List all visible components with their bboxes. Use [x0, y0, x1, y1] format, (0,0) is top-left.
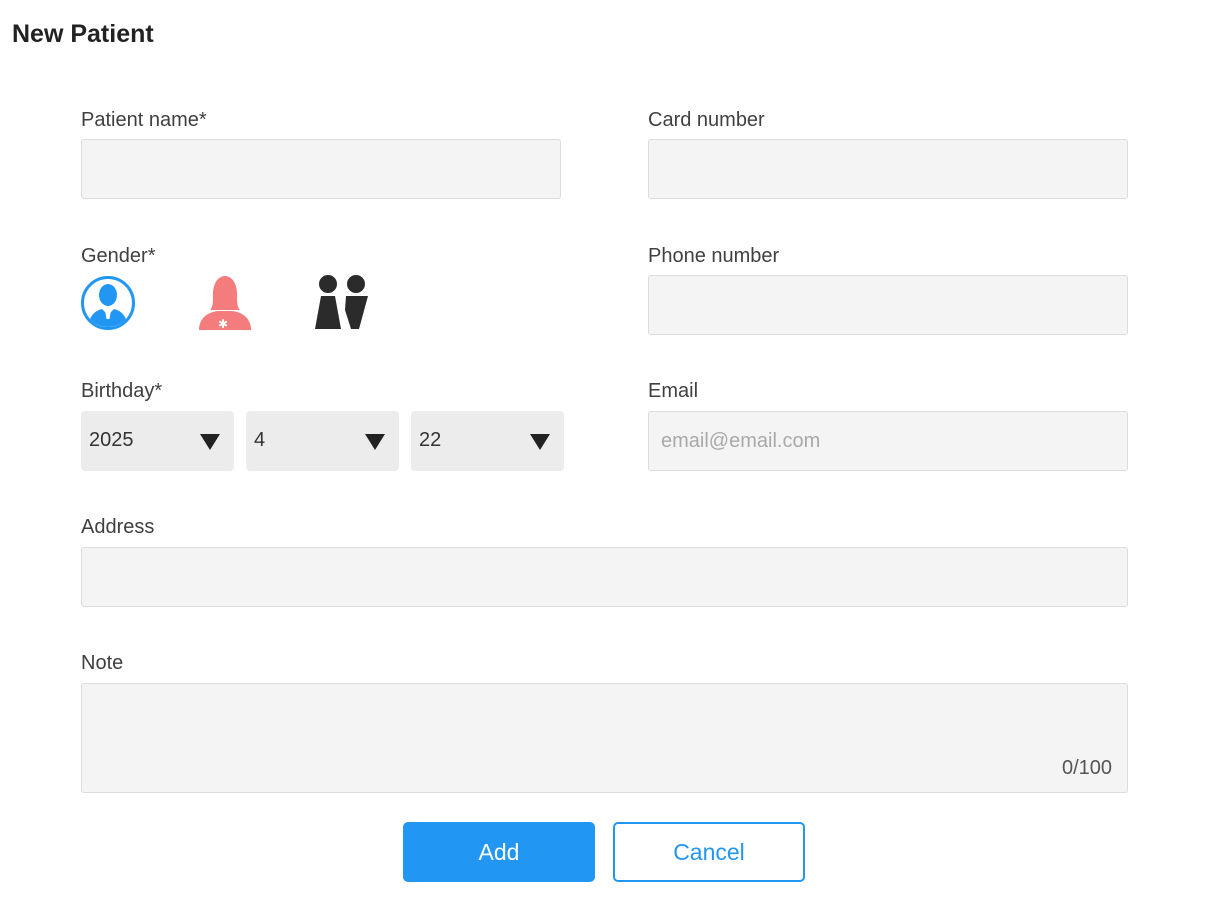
- card-number-input[interactable]: [648, 139, 1128, 199]
- chevron-down-icon: [200, 434, 220, 450]
- birthday-label: Birthday*: [81, 380, 163, 402]
- note-character-counter: 0/100: [1062, 757, 1113, 779]
- female-user-icon[interactable]: ✱: [196, 274, 254, 337]
- email-label: Email: [648, 380, 699, 402]
- phone-number-input[interactable]: [648, 275, 1128, 335]
- address-label: Address: [81, 516, 155, 538]
- gender-label: Gender*: [81, 245, 156, 267]
- address-input[interactable]: [81, 547, 1128, 607]
- new-patient-form: New Patient Patient name* Card number Ge…: [0, 0, 1206, 912]
- other-gender-icon[interactable]: [313, 274, 371, 337]
- birthday-month-select[interactable]: 4: [246, 411, 399, 471]
- birthday-day-select[interactable]: 22: [411, 411, 564, 471]
- svg-text:✱: ✱: [218, 317, 228, 331]
- patient-name-input[interactable]: [81, 139, 561, 199]
- birthday-day-value: 22: [419, 429, 442, 451]
- card-number-label: Card number: [648, 109, 765, 131]
- note-label: Note: [81, 652, 124, 674]
- add-button[interactable]: Add: [403, 822, 595, 882]
- male-user-icon[interactable]: [80, 275, 136, 336]
- birthday-month-value: 4: [254, 429, 266, 451]
- email-input[interactable]: [648, 411, 1128, 471]
- chevron-down-icon: [530, 434, 550, 450]
- patient-name-label: Patient name*: [81, 109, 207, 131]
- page-title: New Patient: [12, 20, 154, 48]
- cancel-button[interactable]: Cancel: [613, 822, 805, 882]
- note-textarea[interactable]: [81, 683, 1128, 793]
- chevron-down-icon: [365, 434, 385, 450]
- birthday-year-select[interactable]: 2025: [81, 411, 234, 471]
- phone-number-label: Phone number: [648, 245, 780, 267]
- birthday-year-value: 2025: [89, 429, 134, 451]
